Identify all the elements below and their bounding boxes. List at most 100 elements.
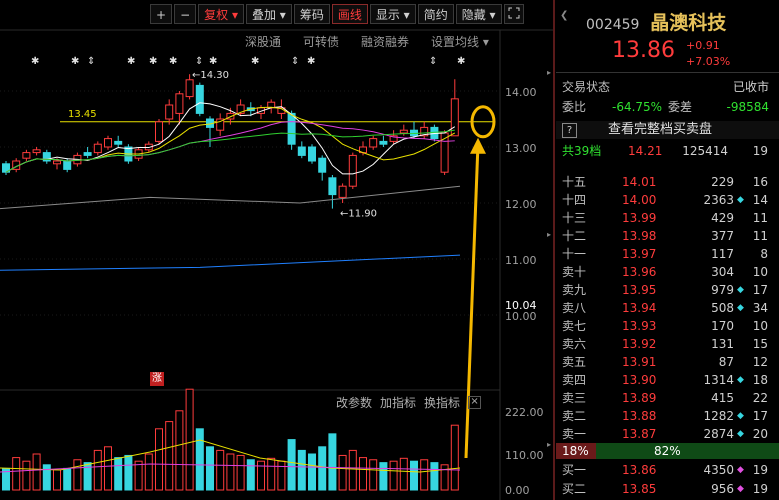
bid-level-row[interactable]: 买一 13.86 4350 ◆ 19 (556, 461, 779, 479)
draw-line-button[interactable]: 画线 (331, 4, 368, 24)
back-arrow-icon[interactable]: ❮ (560, 10, 568, 21)
ask-level-row[interactable]: 十三 13.99 429 11 (556, 209, 779, 227)
divider (556, 72, 779, 73)
weicha-value: -98584 (726, 100, 769, 114)
level-count: 11 (752, 211, 768, 225)
zoom-out-button[interactable]: − (174, 4, 197, 24)
ask-level-row[interactable]: 卖三 13.89 415 22 (556, 389, 779, 407)
level-label: 卖一 (562, 427, 587, 441)
stock-header: 002459 晶澳科技 (586, 8, 726, 35)
level-marker-icon: ◆ (737, 484, 744, 494)
ma60-line (0, 185, 461, 210)
total-levels-label: 共39档 (562, 144, 602, 158)
volume-bar (359, 457, 367, 491)
scroll-arrow-icon[interactable]: ▸ (547, 230, 551, 239)
ask-level-row[interactable]: 十一 13.97 117 8 (556, 245, 779, 263)
ask-level-row[interactable]: 卖七 13.93 170 10 (556, 317, 779, 335)
level-count: 11 (752, 229, 768, 243)
candle-body (175, 93, 184, 114)
webi-value: -64.75% (612, 100, 663, 114)
volume-bar (195, 428, 204, 491)
level-volume: 956 (711, 482, 734, 496)
chips-button[interactable]: 筹码 (293, 4, 330, 24)
ask-level-row[interactable]: 卖六 13.92 131 15 (556, 335, 779, 353)
level-volume: 4350 (703, 463, 734, 477)
level-count: 8 (760, 247, 768, 261)
volume-bar (93, 449, 102, 491)
event-marker: ⇕ (87, 56, 95, 67)
kline-chart-area[interactable]: 13.45 ←14.30 ←11.90 ✱ ✱ ⇕ ✱ ✱ ✱ ⇕ ✱ ✱ ⇕ ✱ ⇕ ✱ + − 复权 ▾ … (0, 0, 553, 500)
level-count: 17 (752, 409, 768, 423)
candle-body (53, 160, 61, 165)
ask-level-row[interactable]: 卖二 13.88 1282 ◆ 17 (556, 407, 779, 425)
scroll-arrow-icon[interactable]: ▸ (547, 440, 551, 449)
add-indicator-link[interactable]: 加指标 (380, 394, 416, 411)
overlay-dropdown[interactable]: 叠加 ▾ (245, 4, 292, 24)
level-volume: 131 (711, 337, 734, 351)
event-marker: ✱ (71, 56, 79, 67)
convertible-bond-link[interactable]: 可转债 (303, 33, 339, 50)
ask-level-row[interactable]: 卖八 13.94 508 ◆ 34 (556, 299, 779, 317)
level-volume: 415 (711, 391, 734, 405)
vol-axis-label: 0.00 (505, 484, 530, 497)
level-volume: 2363 (703, 193, 734, 207)
level-marker-icon: ◆ (737, 465, 744, 475)
level-count: 12 (752, 355, 768, 369)
close-icon[interactable]: × (468, 396, 482, 409)
ma20-line (5, 121, 455, 173)
high-label: ←14.30 (192, 70, 229, 81)
ask-level-row[interactable]: 卖十 13.96 304 10 (556, 263, 779, 281)
hk-connect-link[interactable]: 深股通 (245, 33, 281, 50)
level-marker-icon: ◆ (737, 285, 744, 295)
candle-body (93, 143, 102, 154)
panel-divider[interactable] (553, 0, 555, 500)
level-volume: 508 (711, 301, 734, 315)
candle-body (63, 160, 72, 170)
full-book-link[interactable]: 查看完整档买卖盘 (608, 121, 712, 139)
ask-level-row[interactable]: 十五 14.01 229 16 (556, 173, 779, 191)
help-icon[interactable]: ? (562, 123, 577, 138)
ask-level-row[interactable]: 卖九 13.95 979 ◆ 17 (556, 281, 779, 299)
volume-bar (328, 433, 337, 491)
hide-dropdown[interactable]: 隐藏 ▾ (455, 4, 502, 24)
volume-bar (124, 454, 133, 491)
kline-chart[interactable]: 13.45 ←14.30 ←11.90 ✱ ✱ ⇕ ✱ ✱ ✱ ⇕ ✱ ✱ ⇕ ✱ ⇕ ✱ (0, 0, 553, 500)
volume-bar (104, 446, 112, 491)
event-marker: ⇕ (291, 56, 299, 67)
annotation-arrowhead (470, 137, 486, 154)
simple-button[interactable]: 简约 (417, 4, 454, 24)
bid-level-row[interactable]: 买二 13.85 956 ◆ 19 (556, 480, 779, 498)
level-label: 卖六 (562, 337, 587, 351)
quote-panel: ❮ 002459 晶澳科技 13.86 +0.91 +7.03% 交易状态 已收… (556, 0, 779, 500)
volume-bar (63, 467, 72, 491)
margin-trading-link[interactable]: 融资融券 (361, 33, 409, 50)
event-marker: ✱ (209, 56, 217, 67)
switch-indicator-link[interactable]: 换指标 (424, 394, 460, 411)
fuquan-dropdown[interactable]: 复权 ▾ (198, 4, 244, 24)
edit-params-link[interactable]: 改参数 (336, 394, 372, 411)
ma-settings-dropdown[interactable]: 设置均线 ▾ (431, 33, 489, 50)
level-marker-icon: ◆ (737, 375, 744, 385)
expand-icon[interactable] (503, 4, 524, 24)
ask-level-row[interactable]: 卖一 13.87 2874 ◆ 20 (556, 425, 779, 443)
volume-bar (277, 460, 286, 491)
scroll-arrow-icon[interactable]: ▸ (547, 68, 551, 77)
volume-bar (348, 449, 357, 491)
volume-bar (175, 410, 184, 491)
display-dropdown[interactable]: 显示 ▾ (369, 4, 416, 24)
volume-bar (144, 453, 153, 491)
full-book-row[interactable]: ? 查看完整档买卖盘 (556, 121, 779, 139)
level-label: 十一 (562, 247, 587, 261)
zoom-in-button[interactable]: + (150, 4, 173, 24)
buy-ratio: 18% (562, 444, 589, 458)
ask-level-row[interactable]: 十四 14.00 2363 ◆ 14 (556, 191, 779, 209)
ask-level-row[interactable]: 卖五 13.91 87 12 (556, 353, 779, 371)
level-volume: 377 (711, 229, 734, 243)
level-label: 卖八 (562, 301, 587, 315)
trade-status-value: 已收市 (732, 80, 769, 94)
candle-body (32, 149, 41, 154)
level-label: 卖三 (562, 391, 587, 405)
level-count: 19 (752, 482, 768, 496)
ask-level-row[interactable]: 十二 13.98 377 11 (556, 227, 779, 245)
ask-level-row[interactable]: 卖四 13.90 1314 ◆ 18 (556, 371, 779, 389)
